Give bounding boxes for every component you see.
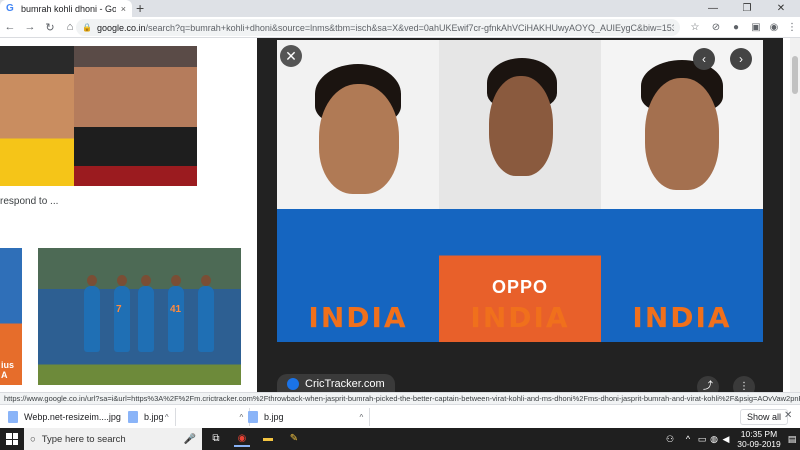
- source-chip[interactable]: CricTracker.com: [277, 374, 395, 394]
- download-filename: b.jpg: [264, 412, 284, 422]
- system-clock[interactable]: 10:35 PM 30-09-2019: [732, 429, 786, 449]
- search-icon: ○: [30, 433, 36, 445]
- back-icon[interactable]: ←: [0, 21, 20, 33]
- player-figure: [198, 275, 214, 352]
- windows-start-icon[interactable]: [6, 433, 18, 445]
- file-icon: [248, 411, 258, 423]
- tab-title: bumrah kohli dhoni - Google Se: [21, 3, 116, 14]
- site-favicon-icon: [287, 378, 299, 390]
- browser-toolbar: ← → ↻ ⌂ 🔒 google.co.in/search?q=bumrah+k…: [0, 17, 800, 38]
- show-all-button[interactable]: Show all: [740, 409, 789, 425]
- result-thumbnail-3[interactable]: 7 41: [38, 248, 241, 385]
- restore-button[interactable]: ❐: [730, 0, 764, 17]
- thumbnail-person-a: [0, 46, 74, 186]
- chrome-icon[interactable]: ◉: [234, 431, 250, 447]
- battery-icon[interactable]: ▭: [696, 428, 708, 450]
- result-thumbnail-1[interactable]: [0, 46, 197, 186]
- tab-close-icon[interactable]: ×: [121, 4, 126, 14]
- browser-tab[interactable]: G bumrah kohli dhoni - Google Se ×: [0, 0, 132, 17]
- thumbnail-person-b: [74, 46, 197, 186]
- preview-person-1: INDIA: [277, 40, 439, 342]
- extension-badge-icon[interactable]: ●: [728, 17, 744, 38]
- menu-icon[interactable]: ⋮: [784, 17, 800, 38]
- bookmark-ext-icon[interactable]: ▣: [748, 17, 764, 38]
- close-window-button[interactable]: ✕: [764, 0, 798, 17]
- clock-date: 30-09-2019: [737, 439, 781, 449]
- download-item[interactable]: b.jpg ^: [128, 408, 251, 426]
- google-icon: G: [6, 3, 14, 14]
- jersey-text: INDIA: [632, 301, 732, 334]
- new-tab-button[interactable]: +: [136, 0, 144, 17]
- url-path: /search?q=bumrah+kohli+dhoni&source=lnms…: [145, 22, 674, 33]
- tray-expand-icon[interactable]: ^: [682, 428, 694, 450]
- profile-icon[interactable]: ◉: [766, 17, 782, 38]
- jersey-text: INDIA: [308, 301, 408, 334]
- volume-icon[interactable]: ◀: [720, 428, 732, 450]
- player-figure: 7: [114, 275, 130, 352]
- notes-app-icon[interactable]: ✎: [286, 431, 302, 447]
- preview-image[interactable]: INDIA OPPO INDIA INDIA: [277, 40, 763, 342]
- player-number: 41: [170, 304, 182, 315]
- close-shelf-icon[interactable]: ✕: [784, 410, 792, 421]
- download-item[interactable]: b.jpg ^: [248, 408, 371, 426]
- player-figure: [138, 275, 154, 352]
- file-icon: [128, 411, 138, 423]
- player-number: 7: [116, 304, 122, 315]
- result-caption[interactable]: respond to ...: [0, 196, 58, 207]
- address-bar[interactable]: 🔒 google.co.in/search?q=bumrah+kohli+dho…: [76, 19, 680, 36]
- jersey-text: INDIA: [470, 301, 570, 334]
- download-shelf: Webp.net-resizeim....jpg ^ b.jpg ^ b.jpg…: [0, 404, 800, 428]
- download-filename: b.jpg: [144, 412, 164, 422]
- star-icon[interactable]: ☆: [687, 17, 703, 38]
- minimize-button[interactable]: —: [696, 0, 730, 17]
- search-placeholder: Type here to search: [41, 433, 126, 445]
- url-domain: google.co.in: [96, 22, 146, 33]
- player-figure: [84, 275, 100, 352]
- microphone-icon[interactable]: 🎤: [184, 434, 196, 445]
- prev-image-button[interactable]: ‹: [693, 48, 715, 70]
- people-icon[interactable]: ⚇: [664, 428, 676, 450]
- page-scrollbar[interactable]: [790, 38, 800, 394]
- chevron-up-icon[interactable]: ^: [360, 413, 364, 422]
- tab-strip: G bumrah kohli dhoni - Google Se × + — ❐…: [0, 0, 800, 17]
- lock-icon: 🔒: [82, 23, 92, 32]
- file-explorer-icon[interactable]: ▬: [260, 431, 276, 447]
- close-preview-button[interactable]: ✕: [280, 45, 302, 67]
- forward-icon[interactable]: →: [20, 21, 40, 33]
- notification-icon[interactable]: ▤: [786, 428, 798, 450]
- jersey-sponsor-text: OPPO: [491, 277, 548, 297]
- extension-icon[interactable]: ⊘: [708, 17, 724, 38]
- image-preview-panel: INDIA OPPO INDIA INDIA ✕ ‹ › CricTracker…: [257, 38, 783, 394]
- taskbar-search-box[interactable]: ○ Type here to search 🎤: [24, 428, 202, 450]
- clock-time: 10:35 PM: [740, 429, 778, 439]
- windows-taskbar: ○ Type here to search 🎤 ⧉ ◉ ▬ ✎ ⚇ ^ ▭ ◍ …: [0, 428, 800, 450]
- download-filename: Webp.net-resizeim....jpg: [24, 412, 121, 422]
- source-name: CricTracker.com: [305, 378, 385, 390]
- next-image-button[interactable]: ›: [730, 48, 752, 70]
- preview-person-3: INDIA: [601, 40, 763, 342]
- preview-person-2: OPPO INDIA: [439, 40, 601, 342]
- screen: G bumrah kohli dhoni - Google Se × + — ❐…: [0, 0, 800, 450]
- status-url-bar: https://www.google.co.in/url?sa=i&url=ht…: [0, 392, 800, 404]
- reload-icon[interactable]: ↻: [40, 21, 60, 34]
- task-view-icon[interactable]: ⧉: [208, 431, 224, 447]
- result-thumbnail-2[interactable]: ius A: [0, 248, 22, 385]
- address-url[interactable]: google.co.in/search?q=bumrah+kohli+dhoni…: [97, 23, 674, 33]
- player-figure: 41: [168, 275, 184, 352]
- chevron-up-icon[interactable]: ^: [240, 413, 244, 422]
- wifi-icon[interactable]: ◍: [708, 428, 720, 450]
- file-icon: [8, 411, 18, 423]
- search-results-page: respond to ... ius A 7 41 INDIA OPPO IND…: [0, 38, 800, 394]
- thumbnail-label: ius A: [1, 360, 15, 380]
